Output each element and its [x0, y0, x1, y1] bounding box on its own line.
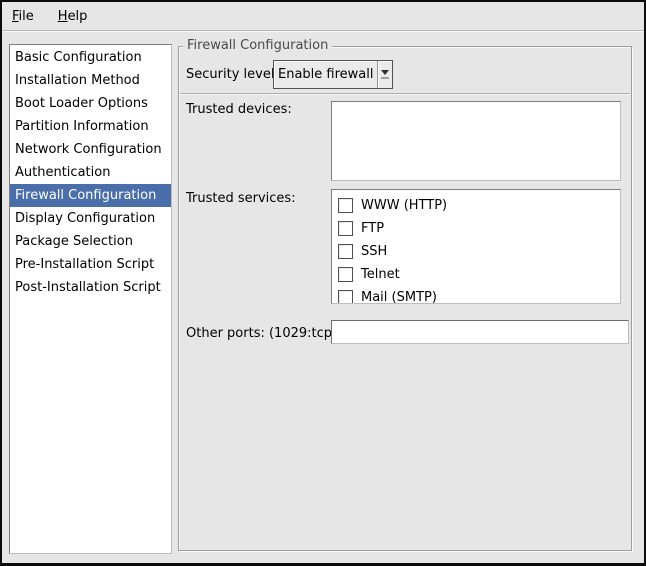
service-label: Mail (SMTP)	[361, 290, 437, 304]
trusted-devices-list[interactable]	[331, 101, 621, 181]
service-row-www[interactable]: WWW (HTTP)	[332, 194, 620, 217]
sidebar-item-pre-installation-script[interactable]: Pre-Installation Script	[10, 253, 171, 276]
service-row-ftp[interactable]: FTP	[332, 217, 620, 240]
sidebar-item-boot-loader-options[interactable]: Boot Loader Options	[10, 92, 171, 115]
sidebar-item-package-selection[interactable]: Package Selection	[10, 230, 171, 253]
sidebar-item-firewall-configuration[interactable]: Firewall Configuration	[10, 184, 171, 207]
checkbox-unchecked[interactable]	[338, 290, 353, 304]
section-list[interactable]: Basic Configuration Installation Method …	[9, 44, 172, 554]
sidebar-item-basic-configuration[interactable]: Basic Configuration	[10, 46, 171, 69]
service-label: WWW (HTTP)	[361, 198, 447, 213]
kickstart-configurator-window: File Help Basic Configuration Installati…	[0, 0, 646, 566]
other-ports-input[interactable]	[331, 320, 629, 344]
service-label: FTP	[361, 221, 384, 236]
firewall-configuration-frame: Firewall Configuration Security level: E…	[178, 46, 632, 551]
frame-title: Firewall Configuration	[183, 38, 332, 53]
sidebar-item-post-installation-script[interactable]: Post-Installation Script	[10, 276, 171, 299]
sidebar-item-installation-method[interactable]: Installation Method	[10, 69, 171, 92]
sidebar-item-partition-information[interactable]: Partition Information	[10, 115, 171, 138]
security-level-combobox[interactable]: Enable firewall	[273, 60, 393, 89]
menu-help[interactable]: Help	[50, 5, 96, 28]
menubar: File Help	[2, 2, 644, 31]
service-label: SSH	[361, 244, 387, 259]
security-level-label: Security level:	[186, 67, 279, 82]
checkbox-unchecked[interactable]	[338, 198, 353, 213]
service-row-mail[interactable]: Mail (SMTP)	[332, 286, 620, 304]
chevron-down-icon-bar	[381, 77, 389, 79]
trusted-devices-label: Trusted devices:	[186, 102, 292, 117]
menu-file[interactable]: File	[4, 5, 42, 28]
checkbox-unchecked[interactable]	[338, 267, 353, 282]
sidebar-item-network-configuration[interactable]: Network Configuration	[10, 138, 171, 161]
trusted-services-label: Trusted services:	[186, 191, 296, 206]
combobox-dropdown-button[interactable]	[377, 61, 392, 88]
service-label: Telnet	[361, 267, 400, 282]
horizontal-separator	[180, 93, 630, 95]
checkbox-unchecked[interactable]	[338, 244, 353, 259]
sidebar-item-display-configuration[interactable]: Display Configuration	[10, 207, 171, 230]
sidebar-item-authentication[interactable]: Authentication	[10, 161, 171, 184]
trusted-services-list[interactable]: WWW (HTTP) FTP SSH Telnet Mail (SMTP)	[331, 189, 621, 304]
chevron-down-icon	[381, 70, 389, 75]
service-row-telnet[interactable]: Telnet	[332, 263, 620, 286]
security-level-value: Enable firewall	[274, 61, 377, 88]
other-ports-label: Other ports: (1029:tcp)	[186, 326, 337, 341]
service-row-ssh[interactable]: SSH	[332, 240, 620, 263]
checkbox-unchecked[interactable]	[338, 221, 353, 236]
